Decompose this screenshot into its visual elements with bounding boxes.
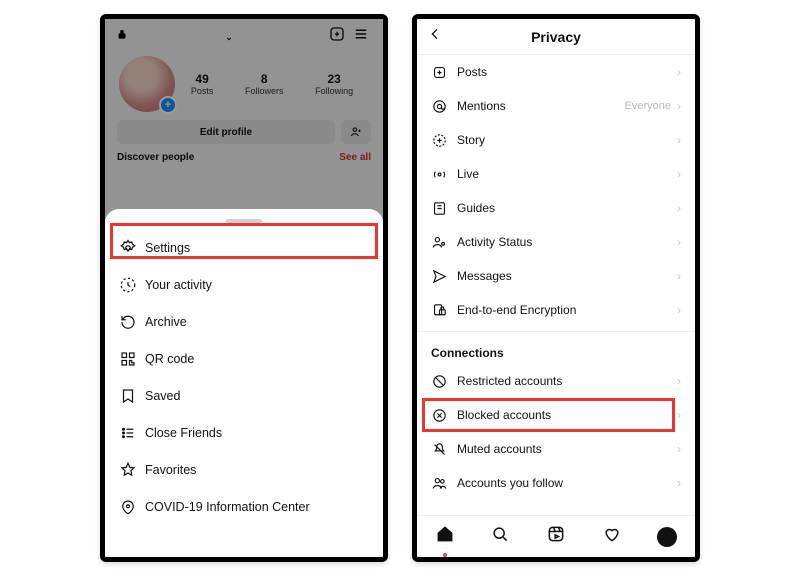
phone-left: ⌄ + 49Posts 8Followers 23Following Edit …: [100, 14, 388, 562]
guides-icon: [431, 200, 457, 217]
live-icon: [431, 166, 457, 183]
blocked-icon: [431, 407, 457, 424]
activity-status-icon: [431, 234, 457, 251]
privacy-list: Posts› MentionsEveryone› Story› Live› Gu…: [417, 55, 695, 515]
menu-archive[interactable]: Archive: [105, 303, 383, 340]
page-title: Privacy: [447, 29, 685, 45]
priv-mentions[interactable]: MentionsEveryone›: [417, 89, 695, 123]
tab-activity[interactable]: [602, 524, 622, 549]
priv-messages[interactable]: Messages›: [417, 259, 695, 293]
menu-close-friends[interactable]: Close Friends: [105, 414, 383, 451]
priv-blocked[interactable]: Blocked accounts›: [417, 398, 695, 432]
encryption-icon: [431, 302, 457, 319]
star-icon: [119, 461, 145, 479]
tab-home[interactable]: [435, 524, 455, 549]
activity-icon: [119, 276, 145, 294]
tab-bar: [417, 515, 695, 557]
priv-guides[interactable]: Guides›: [417, 191, 695, 225]
priv-accounts-follow[interactable]: Accounts you follow›: [417, 466, 695, 500]
menu-label: QR code: [145, 352, 194, 366]
muted-icon: [431, 441, 457, 458]
posts-icon: [431, 64, 457, 81]
list-icon: [119, 424, 145, 442]
menu-your-activity[interactable]: Your activity: [105, 266, 383, 303]
priv-activity-status[interactable]: Activity Status›: [417, 225, 695, 259]
menu-covid-info[interactable]: COVID-19 Information Center: [105, 488, 383, 525]
tab-search[interactable]: [490, 524, 510, 549]
divider: [417, 331, 695, 332]
bottom-sheet: Settings Your activity Archive QR code S…: [105, 209, 383, 557]
settings-icon: [119, 239, 145, 257]
tab-reels[interactable]: [546, 524, 566, 549]
back-button[interactable]: [427, 26, 447, 47]
menu-settings[interactable]: Settings: [105, 229, 383, 266]
follow-icon: [431, 475, 457, 492]
priv-encryption[interactable]: End-to-end Encryption›: [417, 293, 695, 327]
messages-icon: [431, 268, 457, 285]
priv-restricted[interactable]: Restricted accounts›: [417, 364, 695, 398]
archive-icon: [119, 313, 145, 331]
qr-icon: [119, 350, 145, 368]
profile-header: ⌄ + 49Posts 8Followers 23Following Edit …: [105, 19, 383, 219]
notification-dot: [443, 553, 447, 557]
bookmark-icon: [119, 387, 145, 405]
priv-muted[interactable]: Muted accounts›: [417, 432, 695, 466]
priv-story[interactable]: Story›: [417, 123, 695, 157]
story-icon: [431, 132, 457, 149]
privacy-header: Privacy: [417, 19, 695, 55]
priv-posts[interactable]: Posts›: [417, 55, 695, 89]
modal-scrim[interactable]: [105, 19, 383, 219]
section-connections: Connections: [417, 336, 695, 364]
menu-label: Archive: [145, 315, 187, 329]
sheet-grabber[interactable]: [226, 219, 262, 223]
phone-right: Privacy Posts› MentionsEveryone› Story› …: [412, 14, 700, 562]
restricted-icon: [431, 373, 457, 390]
menu-favorites[interactable]: Favorites: [105, 451, 383, 488]
menu-label: Favorites: [145, 463, 196, 477]
tab-profile[interactable]: [657, 527, 677, 547]
menu-qr-code[interactable]: QR code: [105, 340, 383, 377]
menu-label: Saved: [145, 389, 180, 403]
menu-label: Close Friends: [145, 426, 222, 440]
menu-label: Settings: [145, 241, 190, 255]
menu-label: Your activity: [145, 278, 212, 292]
menu-saved[interactable]: Saved: [105, 377, 383, 414]
at-icon: [431, 98, 457, 115]
menu-label: COVID-19 Information Center: [145, 500, 310, 514]
info-icon: [119, 498, 145, 516]
priv-live[interactable]: Live›: [417, 157, 695, 191]
